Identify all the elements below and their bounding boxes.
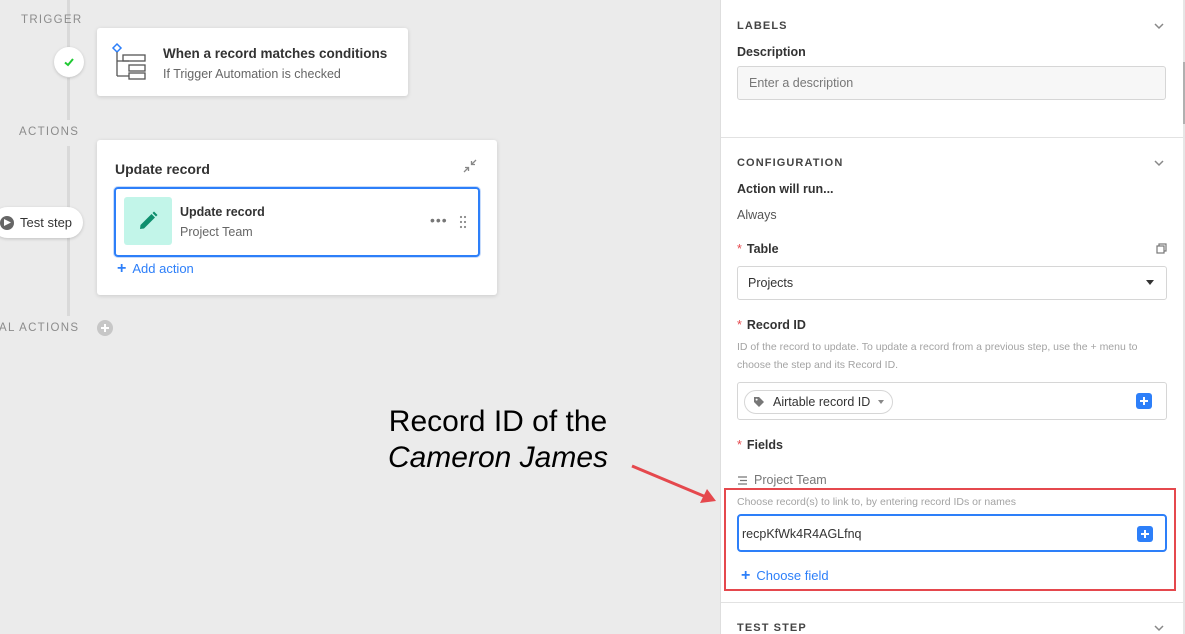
- record-id-input[interactable]: Airtable record ID: [737, 382, 1167, 420]
- action-will-run-label: Action will run...: [737, 182, 834, 196]
- tag-icon: [754, 397, 764, 407]
- annotation-line-2: Cameron James: [387, 441, 609, 474]
- table-label: * Table: [737, 242, 779, 256]
- automation-canvas: TRIGGER ACTIONS AL ACTIONS When a record…: [0, 0, 720, 634]
- record-id-help: ID of the record to update. To update a …: [737, 341, 1138, 371]
- trigger-title: When a record matches conditions: [163, 46, 388, 61]
- fields-label-text: Fields: [746, 438, 783, 452]
- test-step-section-header: TEST STEP: [737, 622, 807, 634]
- insert-value-button[interactable]: [1137, 526, 1153, 542]
- linked-field-label: Project Team: [754, 473, 827, 487]
- actions-section-label: ACTIONS: [19, 126, 80, 138]
- add-conditional-action-button[interactable]: [97, 320, 113, 336]
- caret-down-icon: [1146, 280, 1154, 285]
- table-label-text: Table: [746, 242, 779, 256]
- plus-icon: [1140, 397, 1148, 405]
- pencil-icon: [140, 211, 158, 229]
- check-icon: [64, 58, 74, 67]
- trigger-subtitle: If Trigger Automation is checked: [163, 67, 341, 81]
- annotation-callout: Record ID of the Cameron James: [360, 404, 636, 476]
- conditions-tree-icon: [111, 42, 146, 80]
- choose-field-label: Choose field: [756, 568, 829, 583]
- description-input[interactable]: [737, 66, 1166, 100]
- flow-line: [67, 78, 70, 120]
- configuration-section-header: CONFIGURATION: [737, 157, 844, 169]
- record-id-label: * Record ID: [737, 318, 806, 332]
- drag-handle-icon[interactable]: [458, 215, 468, 229]
- section-divider: [721, 602, 1184, 603]
- record-id-token-label: Airtable record ID: [773, 395, 871, 409]
- action-group-title: Update record: [115, 161, 210, 177]
- test-step-button[interactable]: Test step: [0, 207, 83, 238]
- action-will-run-value: Always: [737, 208, 777, 222]
- conditional-actions-section-label: AL ACTIONS: [0, 322, 80, 334]
- plus-icon: [1141, 530, 1149, 538]
- required-mark: *: [737, 242, 742, 256]
- action-icon-box: [124, 197, 172, 245]
- chevron-down-icon[interactable]: [1153, 157, 1165, 169]
- caret-down-icon: [878, 400, 885, 404]
- required-mark: *: [737, 318, 742, 332]
- trigger-status-check: [54, 47, 84, 77]
- trigger-section-label: TRIGGER: [21, 14, 83, 26]
- action-subtitle: Project Team: [180, 225, 253, 239]
- choose-field-button[interactable]: + Choose field: [741, 566, 829, 584]
- more-options-icon[interactable]: •••: [430, 213, 448, 227]
- record-id-token[interactable]: Airtable record ID: [744, 390, 894, 414]
- description-label: Description: [737, 45, 806, 59]
- action-config-panel: LABELS Description CONFIGURATION Action …: [720, 0, 1184, 634]
- test-step-label: Test step: [20, 215, 73, 230]
- trigger-card[interactable]: When a record matches conditions If Trig…: [97, 28, 408, 96]
- labels-section-header: LABELS: [737, 20, 788, 32]
- chevron-down-icon[interactable]: [1153, 622, 1165, 634]
- record-id-label-text: Record ID: [746, 318, 806, 332]
- linked-field-name: Project Team: [737, 473, 827, 487]
- copy-icon[interactable]: [1156, 243, 1167, 254]
- linked-field-help: Choose record(s) to link to, by entering…: [737, 496, 1016, 508]
- play-icon: [0, 215, 14, 230]
- fields-label: * Fields: [737, 438, 783, 452]
- update-record-action[interactable]: Update record Project Team •••: [114, 187, 480, 257]
- add-action-button[interactable]: + Add action: [117, 259, 194, 277]
- insert-value-button[interactable]: [1136, 393, 1152, 409]
- table-select-value: Projects: [748, 276, 794, 290]
- add-action-label: Add action: [132, 261, 194, 276]
- action-group-card: Update record Update record Project Team…: [97, 140, 497, 295]
- annotation-line-1: Record ID of the: [388, 405, 608, 438]
- section-divider: [721, 137, 1184, 138]
- plus-icon: [101, 324, 109, 332]
- plus-icon: +: [741, 566, 751, 584]
- project-team-value: recpKfWk4R4AGLfnq: [742, 527, 862, 541]
- project-team-input[interactable]: recpKfWk4R4AGLfnq: [737, 514, 1167, 552]
- table-select[interactable]: Projects: [737, 266, 1167, 300]
- required-mark: *: [737, 438, 742, 452]
- link-field-icon: [738, 475, 747, 485]
- chevron-down-icon[interactable]: [1153, 20, 1165, 32]
- plus-icon: +: [117, 259, 127, 277]
- action-title: Update record: [180, 205, 265, 219]
- collapse-icon[interactable]: [463, 159, 477, 173]
